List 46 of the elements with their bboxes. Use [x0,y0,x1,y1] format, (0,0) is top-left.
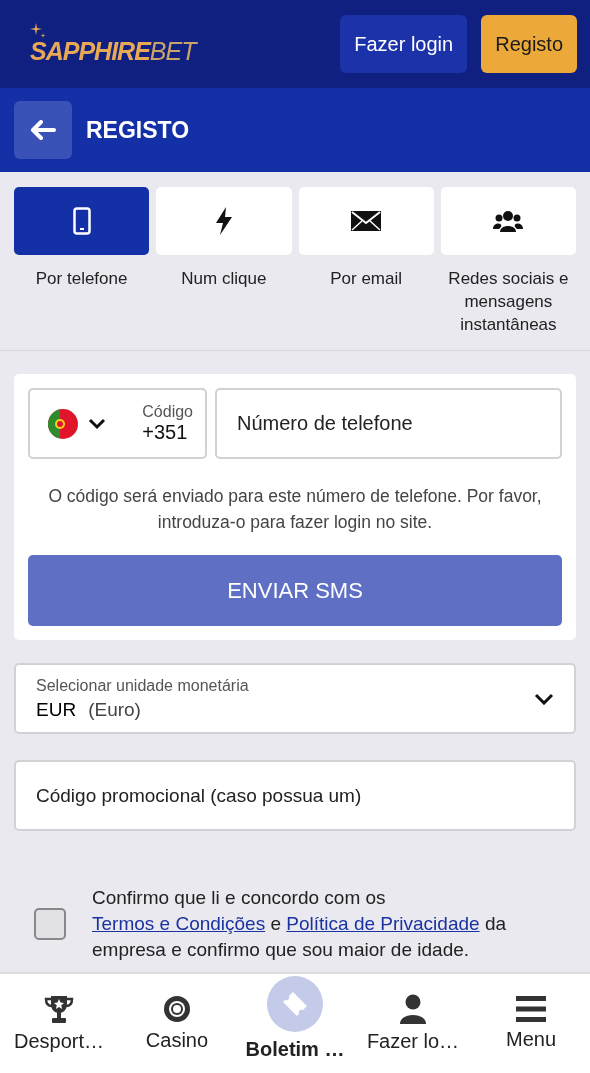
nav-item[interactable]: Casino [118,974,236,1073]
method-label: Por telefone [35,268,128,290]
lightning-icon [214,207,233,235]
chevron-down-icon [88,417,106,430]
method-tab[interactable] [440,187,576,255]
user-icon [399,994,427,1024]
logo: SAPPHIREBET [30,22,327,66]
mail-icon [351,211,382,231]
phone-icon [72,207,91,235]
currency-label: Selecionar unidade monetária [36,676,250,695]
trophy-icon [44,994,74,1024]
terms-link[interactable]: Política de Privacidade [286,912,480,934]
nav-item[interactable]: Desport… [0,974,118,1073]
method-label: Por email [330,268,403,290]
page-title: REGISTO [86,116,190,144]
terms-link[interactable]: Termos e Condições [92,912,266,934]
chevron-down-icon [534,692,554,705]
back-arrow-icon [30,120,56,140]
poker-chip-icon [163,995,191,1023]
nav-item[interactable]: Menu [472,974,590,1073]
code-value: +351 [142,421,189,444]
nav-item[interactable]: Fazer lo… [354,974,472,1073]
country-code-select[interactable]: Código +351 [28,388,207,459]
currency-select[interactable]: Selecionar unidade monetária EUR (Euro) [14,663,576,734]
hint-text: O código será enviado para este número de telefone. Por favor, introduza-o para fazer login no site. [47,485,543,534]
ticket-icon [281,990,309,1018]
flag-icon [48,408,78,439]
method-label: Redes sociais e mensagens instantâneas [447,268,570,336]
nav-item[interactable]: Boletim … [236,974,354,1073]
method-label: Num clique [181,268,267,290]
sparkle-icon [30,22,46,39]
currency-code: EUR [36,698,77,721]
back-button[interactable] [14,101,72,159]
consent-checkbox[interactable] [34,907,66,940]
phone-input[interactable]: Número de telefone [215,388,562,459]
consent-text: Confirmo que li e concordo com os Termos e Condições e Política de Privacidade da empresa e confirmo que sou maior de idade. [92,885,508,962]
menu-icon [516,996,546,1022]
promo-code-input[interactable]: Código promocional (caso possua um) [14,760,576,831]
method-tab[interactable] [14,187,150,255]
currency-name: (Euro) [88,698,141,721]
users-icon [493,210,524,232]
register-button[interactable]: Registo [481,15,577,73]
code-label: Código [142,403,193,421]
method-tab[interactable] [298,187,434,255]
send-sms-button[interactable]: ENVIAR SMS [28,555,562,626]
login-button[interactable]: Fazer login [340,15,468,73]
